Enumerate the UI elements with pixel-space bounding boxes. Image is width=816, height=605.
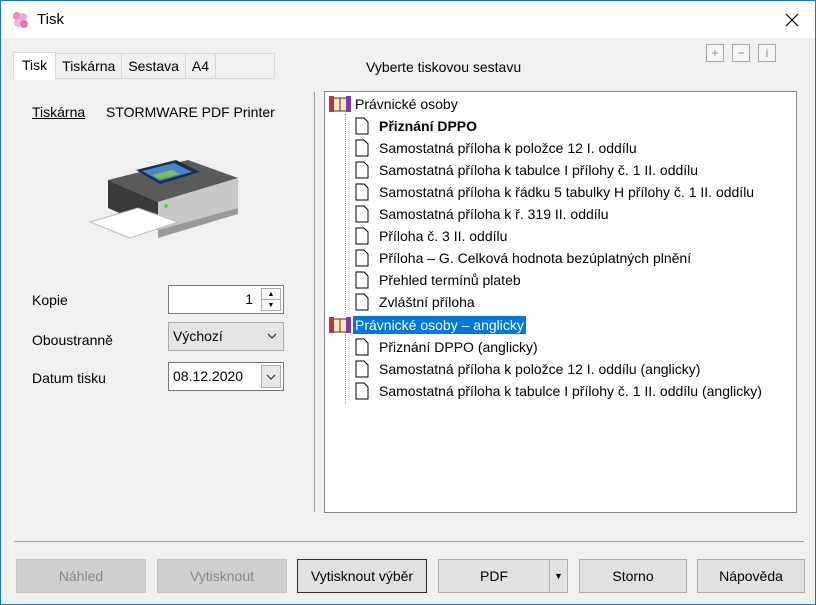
- tree-item[interactable]: Zvláštní příloha: [355, 291, 477, 313]
- tree-connector: [345, 114, 346, 314]
- preview-button-label: Náhled: [58, 568, 104, 584]
- spin-down-icon[interactable]: ▼: [262, 300, 280, 311]
- chevron-down-icon: [266, 374, 276, 380]
- close-button[interactable]: [769, 1, 815, 39]
- document-icon: [355, 139, 369, 157]
- print-button[interactable]: Vytisknout: [157, 559, 287, 593]
- app-icon: [13, 12, 28, 28]
- tab-strip: Tisk Tiskárna Sestava A4: [13, 52, 276, 80]
- pdf-dropdown-button[interactable]: ▼: [549, 560, 567, 592]
- tab-sestava[interactable]: Sestava: [121, 53, 186, 79]
- copies-stepper[interactable]: 1 ▲ ▼: [168, 285, 284, 314]
- report-tree[interactable]: Právnické osoby Přiznání DPPO Samostatná…: [324, 91, 797, 513]
- print-button-label: Vytisknout: [189, 568, 255, 584]
- printer-name: STORMWARE PDF Printer: [106, 104, 275, 120]
- book-icon: [329, 96, 351, 112]
- tree-item[interactable]: Příloha č. 3 II. oddílu: [355, 225, 509, 247]
- cancel-button-label: Storno: [612, 568, 654, 584]
- vertical-divider: [314, 92, 315, 512]
- tree-group-label: Právnické osoby – anglicky: [353, 316, 526, 334]
- tree-item-label: Samostatná příloha k položce 12 I. oddíl…: [379, 140, 637, 156]
- printer-icon: [88, 160, 238, 239]
- tree-item[interactable]: Samostatná příloha k tabulce I přílohy č…: [355, 380, 764, 402]
- tree-group[interactable]: Právnické osoby – anglicky: [329, 314, 526, 336]
- copies-label: Kopie: [32, 292, 68, 308]
- tab-a4[interactable]: A4: [184, 53, 217, 79]
- book-icon: [329, 317, 351, 333]
- title-bar: Tisk: [0, 0, 816, 38]
- tree-item-label: Samostatná příloha k ř. 319 II. oddílu: [379, 206, 609, 222]
- close-icon: [785, 13, 799, 27]
- document-icon: [355, 382, 369, 400]
- tree-item-label: Přiznání DPPO: [379, 118, 478, 134]
- document-icon: [355, 205, 369, 223]
- document-icon: [355, 360, 369, 378]
- tree-item[interactable]: Samostatná příloha k tabulce I přílohy č…: [355, 159, 700, 181]
- tree-item-label: Zvláštní příloha: [379, 294, 475, 310]
- collapse-icon[interactable]: −: [732, 44, 750, 62]
- date-value: 08.12.2020: [173, 368, 244, 384]
- tree-item[interactable]: Příloha – G. Celková hodnota bezúplatnýc…: [355, 247, 693, 269]
- caret-down-icon: ▼: [554, 571, 563, 581]
- document-icon: [355, 293, 369, 311]
- tree-item-label: Samostatná příloha k položce 12 I. oddíl…: [379, 361, 701, 377]
- tree-item[interactable]: Samostatná příloha k položce 12 I. oddíl…: [355, 137, 639, 159]
- document-icon: [355, 249, 369, 267]
- printer-link[interactable]: Tiskárna: [32, 104, 85, 120]
- tree-item-label: Příloha – G. Celková hodnota bezúplatnýc…: [379, 250, 692, 266]
- tree-connector: [345, 334, 346, 404]
- date-picker[interactable]: 08.12.2020: [168, 362, 284, 391]
- tree-heading: Vyberte tiskovou sestavu: [366, 59, 522, 75]
- tree-item-label: Příloha č. 3 II. oddílu: [379, 228, 508, 244]
- tree-toolbar: + − i: [706, 44, 776, 62]
- help-button[interactable]: Nápověda: [697, 559, 805, 593]
- date-dropdown-button[interactable]: [261, 365, 281, 388]
- window-title: Tisk: [37, 11, 64, 28]
- tab-strip-filler: [215, 53, 276, 79]
- copies-value: 1: [245, 291, 253, 307]
- duplex-label: Oboustranně: [32, 332, 113, 348]
- tree-item[interactable]: Přiznání DPPO: [355, 115, 479, 137]
- spin-up-icon[interactable]: ▲: [262, 289, 280, 300]
- document-icon: [355, 227, 369, 245]
- tree-item[interactable]: Přiznání DPPO (anglicky): [355, 336, 540, 358]
- tree-item[interactable]: Samostatná příloha k řádku 5 tabulky H p…: [355, 181, 756, 203]
- duplex-value: Výchozí: [173, 328, 223, 344]
- document-icon: [355, 161, 369, 179]
- document-icon: [355, 338, 369, 356]
- horizontal-divider: [14, 541, 804, 542]
- tree-item-label: Samostatná příloha k tabulce I přílohy č…: [379, 383, 762, 399]
- tree-item-label: Přehled termínů plateb: [379, 272, 521, 288]
- tab-tiskarna[interactable]: Tiskárna: [55, 53, 123, 79]
- tree-item-label: Samostatná příloha k tabulce I přílohy č…: [379, 162, 699, 178]
- tree-item[interactable]: Samostatná příloha k položce 12 I. oddíl…: [355, 358, 702, 380]
- pdf-button-label: PDF: [480, 568, 508, 584]
- tree-item-label: Samostatná příloha k řádku 5 tabulky H p…: [379, 184, 755, 200]
- preview-button[interactable]: Náhled: [16, 559, 146, 593]
- copies-spin-buttons: ▲ ▼: [261, 288, 281, 311]
- date-label: Datum tisku: [32, 370, 106, 386]
- document-icon: [355, 271, 369, 289]
- print-selection-button[interactable]: Vytisknout výběr: [297, 559, 427, 593]
- cancel-button[interactable]: Storno: [579, 559, 687, 593]
- tree-group[interactable]: Právnické osoby: [329, 93, 460, 115]
- print-selection-button-label: Vytisknout výběr: [310, 568, 414, 584]
- tree-item-label: Přiznání DPPO (anglicky): [379, 339, 538, 355]
- tree-item[interactable]: Přehled termínů plateb: [355, 269, 523, 291]
- document-icon: [355, 117, 369, 135]
- chevron-down-icon: [265, 328, 279, 344]
- duplex-select[interactable]: Výchozí: [168, 322, 284, 351]
- info-icon[interactable]: i: [758, 44, 776, 62]
- pdf-button[interactable]: PDF ▼: [438, 559, 568, 593]
- tab-tisk[interactable]: Tisk: [13, 52, 57, 80]
- help-button-label: Nápověda: [719, 568, 783, 584]
- expand-icon[interactable]: +: [706, 44, 724, 62]
- tree-group-label: Právnické osoby: [355, 96, 458, 112]
- document-icon: [355, 183, 369, 201]
- tree-item[interactable]: Samostatná příloha k ř. 319 II. oddílu: [355, 203, 611, 225]
